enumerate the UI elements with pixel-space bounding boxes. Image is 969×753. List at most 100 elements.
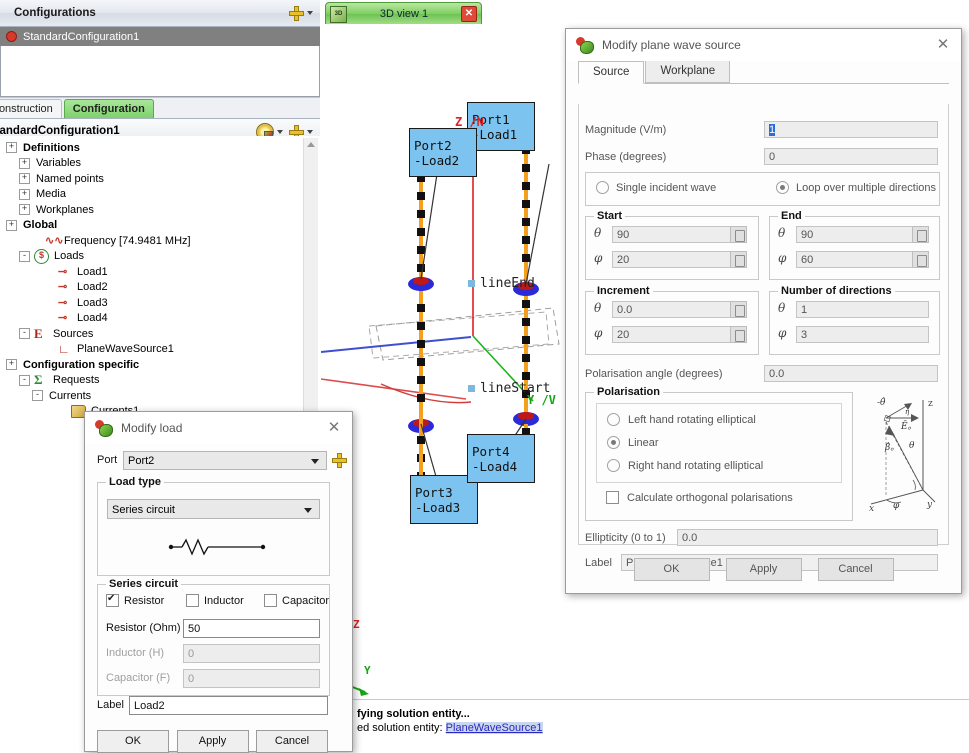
checkbox-resistor[interactable]: Resistor: [106, 593, 164, 607]
orthogonal-checkbox-icon: [606, 491, 619, 504]
magnitude-input[interactable]: 1: [764, 121, 938, 138]
tree-item-definitions[interactable]: + Definitions: [2, 140, 320, 156]
increment-theta-lock-icon[interactable]: [730, 301, 747, 318]
tree-item-global[interactable]: + Global: [2, 218, 320, 234]
tree-expander[interactable]: +: [6, 142, 17, 154]
port4-load: -Load4: [472, 458, 518, 474]
ok-button[interactable]: OK: [633, 558, 710, 581]
add-port-icon[interactable]: [332, 453, 348, 469]
checkbox-capacitor[interactable]: Capacitor: [264, 594, 329, 607]
start-phi-input[interactable]: 20: [612, 251, 747, 268]
tree-item-label: Load4: [77, 312, 108, 325]
tree-item-load4[interactable]: ⊸ Load4: [2, 311, 320, 327]
tree-item-configuration-specific[interactable]: + Configuration specific: [2, 357, 320, 373]
start-phi-lock-icon[interactable]: [730, 251, 747, 268]
tree-item-load1[interactable]: ⊸ Load1: [2, 264, 320, 280]
tree-item-workplanes[interactable]: + Workplanes: [2, 202, 320, 218]
tree-item-load2[interactable]: ⊸ Load2: [2, 280, 320, 296]
tree-item-sources[interactable]: - E Sources: [2, 326, 320, 342]
start-theta-lock-icon[interactable]: [730, 226, 747, 243]
radio-linear[interactable]: Linear: [607, 436, 659, 449]
chevron-down-icon[interactable]: [307, 11, 313, 15]
tree-item-variables[interactable]: + Variables: [2, 156, 320, 172]
tree-expander[interactable]: +: [19, 173, 30, 185]
polarisation-group-caption: Polarisation: [594, 386, 663, 398]
tab-3d-view-1[interactable]: 3D 3D view 1 ✕: [325, 2, 482, 26]
close-icon[interactable]: ✕: [461, 6, 477, 22]
end-theta-input[interactable]: 90: [796, 226, 929, 243]
phase-input[interactable]: 0: [764, 148, 938, 165]
tree-expander[interactable]: -: [19, 250, 30, 262]
radio-left-hand-rotating-elliptical[interactable]: Left hand rotating elliptical: [607, 413, 756, 426]
svg-text:Ē。: Ē。: [900, 420, 917, 432]
increment-phi-lock-icon[interactable]: [730, 326, 747, 343]
tree-item-named-points[interactable]: + Named points: [2, 171, 320, 187]
checkbox-inductor[interactable]: Inductor: [186, 594, 244, 607]
close-icon[interactable]: ✕: [935, 37, 951, 53]
tab-workplane[interactable]: Workplane: [645, 60, 731, 83]
tree-item-currents[interactable]: - Currents: [2, 388, 320, 404]
tree-expander[interactable]: -: [32, 390, 43, 402]
port-select[interactable]: Port2: [123, 451, 327, 470]
end-phi-lock-icon[interactable]: [912, 251, 929, 268]
end-theta-lock-icon[interactable]: [912, 226, 929, 243]
tree-expander[interactable]: +: [19, 157, 30, 169]
resistor-input[interactable]: 50: [183, 619, 320, 638]
ellipticity-input[interactable]: 0.0: [677, 529, 938, 546]
tree-item-loads[interactable]: - $ Loads: [2, 248, 320, 265]
port3-load: -Load3: [415, 499, 461, 515]
radio-single-incident-wave[interactable]: Single incident wave: [596, 181, 716, 194]
port-label: Port: [97, 454, 118, 466]
tab-configuration[interactable]: Configuration: [63, 99, 154, 118]
tree-expander[interactable]: -: [19, 374, 30, 386]
increment-phi-input[interactable]: 20: [612, 326, 747, 343]
start-theta-input[interactable]: 90: [612, 226, 747, 243]
start-theta-field-wrap: 90: [612, 226, 747, 243]
configuration-list-item-standardconfiguration1[interactable]: StandardConfiguration1: [0, 27, 320, 46]
numdir-phi-input[interactable]: 3: [796, 326, 929, 343]
tree-expander[interactable]: +: [19, 204, 30, 216]
tree-expander[interactable]: +: [6, 219, 17, 231]
radio-loop-multiple-directions[interactable]: Loop over multiple directions: [776, 181, 936, 194]
port-label-port2[interactable]: Port2 -Load2: [409, 128, 477, 177]
configurations-panel-header: Configurations: [0, 0, 320, 27]
start-phi-field-wrap: 20: [612, 251, 747, 268]
cancel-button[interactable]: Cancel: [817, 558, 894, 581]
numdir-theta-input[interactable]: 1: [796, 301, 929, 318]
tree-expander[interactable]: +: [19, 188, 30, 200]
tree-item-requests[interactable]: - Σ Requests: [2, 373, 320, 389]
scroll-up-arrow-icon[interactable]: [307, 142, 315, 147]
inductor-field-label: Inductor (H): [106, 647, 165, 659]
tree-item-load3[interactable]: ⊸ Load3: [2, 295, 320, 311]
tab-source[interactable]: Source: [578, 61, 645, 84]
series-circuit-group: Series circuit Resistor Inductor Capacit…: [97, 578, 330, 696]
svg-text:θ: θ: [909, 441, 915, 451]
tree-item-frequency-74-9481-mhz[interactable]: ∿∿ Frequency [74.9481 MHz]: [2, 233, 320, 249]
svg-text:x: x: [869, 504, 874, 514]
apply-button[interactable]: Apply: [725, 558, 802, 581]
tree-item-planewavesource1[interactable]: ∟ PlaneWaveSource1: [2, 342, 320, 358]
radio-right-hand-rotating-elliptical[interactable]: Right hand rotating elliptical: [607, 459, 763, 472]
gear-chevron-down-icon[interactable]: [277, 130, 283, 134]
tree-item-label: Requests: [53, 374, 100, 387]
triad-axis-label-z: Z: [353, 618, 360, 631]
tree-expander[interactable]: +: [6, 359, 17, 371]
start-group: Start θ 90 φ 20: [585, 210, 759, 280]
inductor-checkbox-icon: [186, 594, 199, 607]
tab-construction[interactable]: Construction: [0, 99, 62, 118]
status-link-planewavesource1[interactable]: PlaneWaveSource1: [445, 722, 543, 734]
checkbox-calculate-orthogonal-polarisations[interactable]: Calculate orthogonal polarisations: [606, 491, 793, 504]
increment-theta-input[interactable]: 0.0: [612, 301, 747, 318]
load-type-select[interactable]: Series circuit: [107, 499, 320, 519]
port-label-port4[interactable]: Port4 -Load4: [467, 434, 535, 483]
close-icon[interactable]: ✕: [326, 420, 342, 436]
tree-item-label: Sources: [53, 327, 94, 340]
polarisation-angle-input[interactable]: 0.0: [764, 365, 938, 382]
add-chevron-down-icon[interactable]: [307, 130, 313, 134]
increment-group: Increment θ 0.0 φ 20: [585, 285, 759, 355]
end-phi-input[interactable]: 60: [796, 251, 929, 268]
add-configuration-icon[interactable]: [289, 5, 304, 21]
tree-expander[interactable]: -: [19, 328, 30, 340]
load-label-input[interactable]: Load2: [129, 696, 328, 715]
tree-item-media[interactable]: + Media: [2, 187, 320, 203]
